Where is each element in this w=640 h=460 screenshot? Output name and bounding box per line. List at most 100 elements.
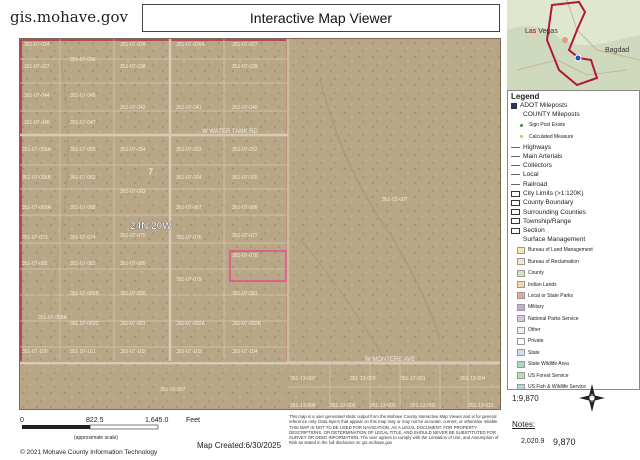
- parcel-label: 351-07-081: [70, 261, 96, 267]
- legend-item-label: City Limits (>1:120K): [523, 190, 584, 197]
- legend-fill-swatch: [517, 292, 525, 300]
- legend-item-label: Calculated Measure: [529, 133, 574, 140]
- legend-line-swatch: [511, 165, 520, 167]
- legend-milepost-swatch: [511, 102, 517, 109]
- parcel-label: 351-07-074: [70, 235, 96, 241]
- parcel-label: 351-13-006: [330, 403, 356, 409]
- site-url: gis.mohave.gov: [10, 8, 128, 26]
- legend-item: US Fish & Wildlife Service: [511, 381, 636, 389]
- parcel-label: 351-07-055: [70, 147, 96, 153]
- legend-line-swatch: [511, 174, 520, 176]
- parcel-label: 351-07-100: [22, 349, 48, 355]
- parcel-label: 351-07-037: [24, 64, 50, 70]
- parcel-label: 351-13-008: [290, 403, 316, 409]
- parcel-label: 351-07-028: [120, 42, 146, 48]
- parcel-label: 351-07-089B: [70, 291, 100, 297]
- legend-line-swatch: [511, 155, 520, 157]
- parcel-label: 351-07-101: [70, 349, 96, 355]
- legend-item: COUNTY Mileposts: [511, 110, 636, 119]
- parcel-label: 351-07-038: [120, 64, 146, 70]
- legend-item-label: Local: [523, 171, 539, 179]
- legend-item-label: County: [528, 270, 544, 277]
- parcel-label: 351-07-092B: [232, 321, 262, 327]
- legend-item: Local: [511, 170, 636, 179]
- legend-item: Surrounding Counties: [511, 207, 636, 216]
- lot-number-label: 7: [148, 167, 153, 177]
- legend-spacer: [511, 112, 520, 118]
- road-label-montere: W MONTERE AVE: [365, 357, 415, 363]
- parcel-label: 351-13-010: [468, 403, 494, 409]
- parcel-label: 351-07-036: [70, 57, 96, 63]
- parcel-label: 351-07-044: [24, 93, 50, 99]
- parcel-label: 351-07-069A: [22, 205, 52, 211]
- parcel-label: 351-07-079: [176, 277, 202, 283]
- notes-panel: Notes: 2,020.9 9,870: [507, 418, 640, 460]
- legend-item: US Forest Service: [511, 370, 636, 381]
- legend-item-label: Local or State Parks: [528, 292, 574, 299]
- legend-rows: ADOT Mileposts COUNTY Mileposts Sign Post …: [511, 101, 636, 389]
- legend-item: Township/Range: [511, 217, 636, 226]
- road-label-water-tank: W WATER TANK RD: [202, 129, 258, 135]
- legend-item: Railroad: [511, 180, 636, 189]
- legend-box-swatch: [511, 199, 520, 206]
- locator-inset-map: Las Vegas Bagdad: [507, 0, 640, 90]
- parcel-label: 351-07-077: [232, 233, 258, 239]
- legend-item-label: US Forest Service: [528, 372, 569, 379]
- inset-city-label: Las Vegas: [525, 28, 558, 35]
- parcel-label: 351-07-052: [232, 147, 258, 153]
- legend-fill-swatch: [517, 383, 525, 389]
- parcel-label: 351-03-007: [160, 387, 186, 393]
- parcel-label: 351-07-063: [120, 189, 146, 195]
- legend-item-label: Military: [528, 304, 544, 311]
- legend-item-label: Bureau of Land Management: [528, 247, 593, 254]
- legend-item-label: Main Arterials: [523, 152, 563, 160]
- legend-spacer: [511, 237, 520, 243]
- legend-item: Sign Post Exists: [511, 120, 636, 131]
- parcel-label: 351-07-104: [232, 349, 258, 355]
- legend-fill-swatch: [517, 360, 525, 368]
- parcel-label: 351-07-042: [120, 105, 146, 111]
- disclaimer-text: This map is a user generated static outp…: [289, 414, 499, 446]
- parcel-label: 351-07-090: [120, 291, 146, 297]
- notes-label: Notes:: [512, 420, 536, 429]
- legend-fill-swatch: [517, 315, 525, 323]
- legend-box-swatch: [511, 227, 520, 234]
- legend-fill-swatch: [517, 326, 525, 334]
- legend-fill-swatch: [517, 281, 525, 288]
- legend-item-label: County Boundary: [523, 199, 574, 207]
- parcel-label: 351-07-068: [70, 205, 96, 211]
- legend-box-swatch: [511, 218, 520, 225]
- scale-tick-0: 0: [20, 417, 24, 424]
- parcel-label: 351-03-007: [382, 197, 408, 203]
- map-created-date: Map Created:6/30/2025: [197, 441, 282, 450]
- parcel-label: 351-07-078: [232, 253, 258, 259]
- parcel-label: 351-07-053: [176, 147, 202, 153]
- parcel-label: 351-07-066: [232, 205, 258, 211]
- copyright-text: © 2021 Mohave County Information Technol…: [20, 449, 158, 456]
- parcel-label: 351-07-103: [176, 349, 202, 355]
- legend-item-label: COUNTY Mileposts: [523, 111, 580, 119]
- legend-item-label: Surface Management: [523, 236, 586, 244]
- parcel-label: 351-07-082: [22, 261, 48, 267]
- parcel-label: 351-07-089A: [38, 315, 68, 321]
- parcel-label: 351-07-065: [232, 175, 258, 181]
- legend-item-label: Section: [523, 227, 545, 235]
- legend-fill-swatch: [517, 246, 525, 254]
- legend-dot-swatch: [520, 135, 523, 139]
- map-title: Interactive Map Viewer: [142, 4, 500, 32]
- parcel-label: 351-13-005: [370, 403, 396, 409]
- parcel-label: 351-07-056B: [22, 175, 52, 181]
- parcel-label: 351-13-004: [460, 376, 486, 382]
- parcel-map[interactable]: W WATER TANK RD W MONTERE AVE 24N 20W 7 …: [19, 38, 501, 410]
- legend-item: State Wildlife Area: [511, 359, 636, 370]
- parcel-label: 351-07-092A: [176, 321, 206, 327]
- legend-item: Section: [511, 226, 636, 235]
- parcel-label: 351-07-089C: [70, 321, 100, 327]
- legend-item-label: Surrounding Counties: [523, 208, 586, 216]
- legend-fill-swatch: [517, 349, 525, 357]
- legend-box-swatch: [511, 209, 520, 216]
- legend-item: ADOT Mileposts: [511, 101, 636, 110]
- legend-fill-swatch: [517, 337, 525, 345]
- legend-panel: Legend ADOT Mileposts COUNTY Mileposts Sig…: [507, 90, 640, 390]
- legend-title: Legend: [511, 92, 540, 101]
